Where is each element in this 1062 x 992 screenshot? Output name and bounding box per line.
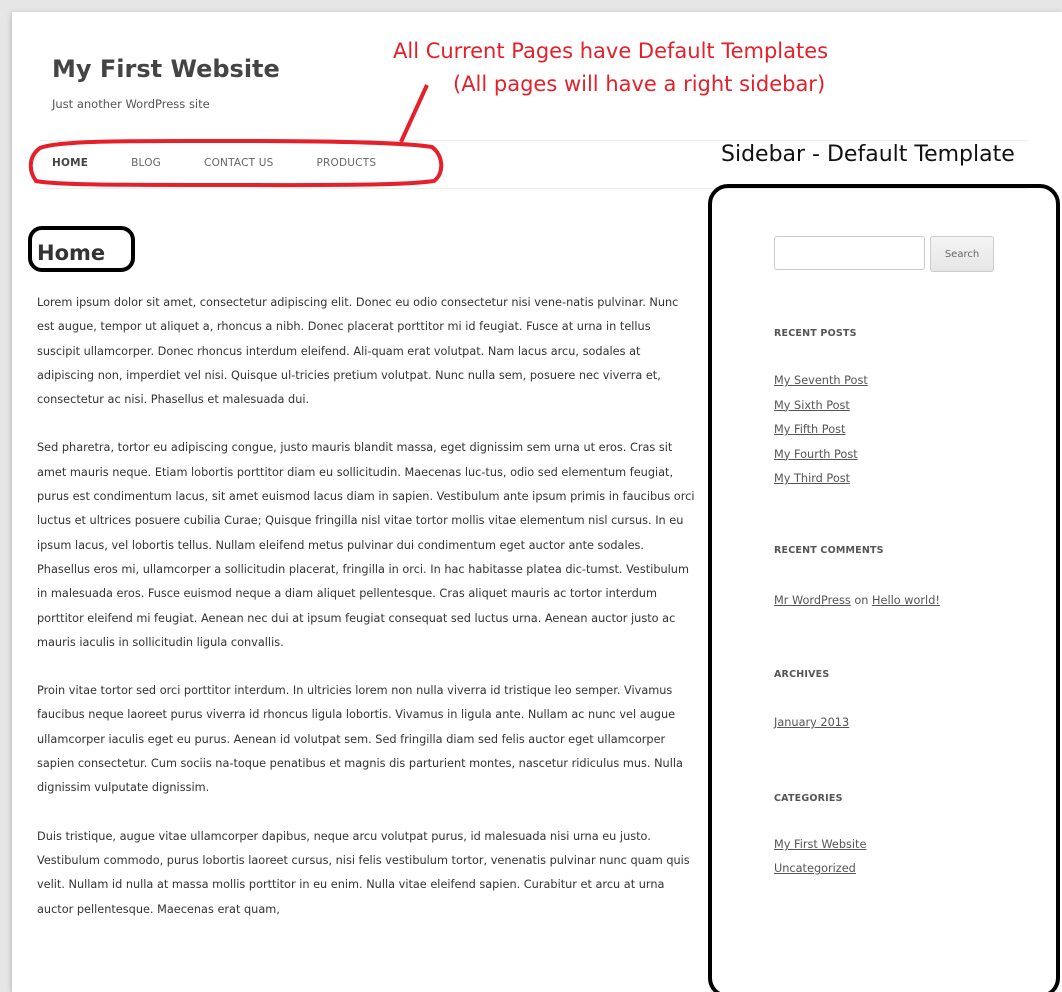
category-link-my-first-website[interactable]: My First Website — [774, 838, 866, 851]
annotation-sidebar-label: Sidebar - Default Template — [721, 142, 1015, 167]
nav-divider-bottom — [40, 188, 1028, 189]
comment-connector: on — [854, 594, 869, 607]
content-paragraph: Lorem ipsum dolor sit amet, consectetur … — [37, 296, 679, 407]
recent-posts-list: My Seventh Post My Sixth Post My Fifth P… — [774, 369, 868, 492]
comment-author-link[interactable]: Mr WordPress — [774, 594, 851, 607]
recent-comments-title: RECENT COMMENTS — [774, 545, 884, 556]
site-description: Just another WordPress site — [52, 97, 210, 111]
recent-post-link[interactable]: My Third Post — [774, 467, 868, 492]
sidebar-search-button[interactable]: Search — [930, 236, 994, 272]
recent-post-link[interactable]: My Fifth Post — [774, 418, 868, 443]
recent-posts-title: RECENT POSTS — [774, 328, 857, 339]
nav-divider-top — [40, 140, 1028, 141]
main-nav: HOME BLOG CONTACT US PRODUCTS — [52, 157, 419, 169]
content-paragraph: Duis tristique, augue vitae ullamcorper … — [37, 829, 690, 916]
nav-item-contact-us[interactable]: CONTACT US — [204, 157, 273, 169]
page-title: Home — [37, 241, 106, 265]
site-title[interactable]: My First Website — [52, 55, 280, 83]
annotation-default-templates: All Current Pages have Default Templates — [393, 39, 829, 63]
archives-title: ARCHIVES — [774, 669, 830, 680]
recent-post-link[interactable]: My Seventh Post — [774, 369, 868, 394]
content-paragraph: Proin vitae tortor sed orci porttitor in… — [37, 684, 683, 795]
sidebar-search-input[interactable] — [774, 236, 925, 270]
comment-post-link[interactable]: Hello world! — [872, 594, 940, 607]
annotation-right-sidebar: (All pages will have a right sidebar) — [453, 72, 826, 96]
content-paragraph: Sed pharetra, tortor eu adipiscing congu… — [37, 441, 695, 649]
nav-item-products[interactable]: PRODUCTS — [317, 157, 377, 169]
archive-link-january-2013[interactable]: January 2013 — [774, 716, 849, 729]
categories-title: CATEGORIES — [774, 793, 843, 804]
category-link-uncategorized[interactable]: Uncategorized — [774, 862, 856, 875]
nav-item-home[interactable]: HOME — [52, 157, 88, 169]
nav-item-blog[interactable]: BLOG — [131, 157, 161, 169]
page-content: Lorem ipsum dolor sit amet, consectetur … — [37, 291, 697, 946]
recent-post-link[interactable]: My Sixth Post — [774, 394, 868, 419]
recent-comment: Mr WordPress on Hello world! — [774, 594, 940, 607]
recent-post-link[interactable]: My Fourth Post — [774, 443, 868, 468]
